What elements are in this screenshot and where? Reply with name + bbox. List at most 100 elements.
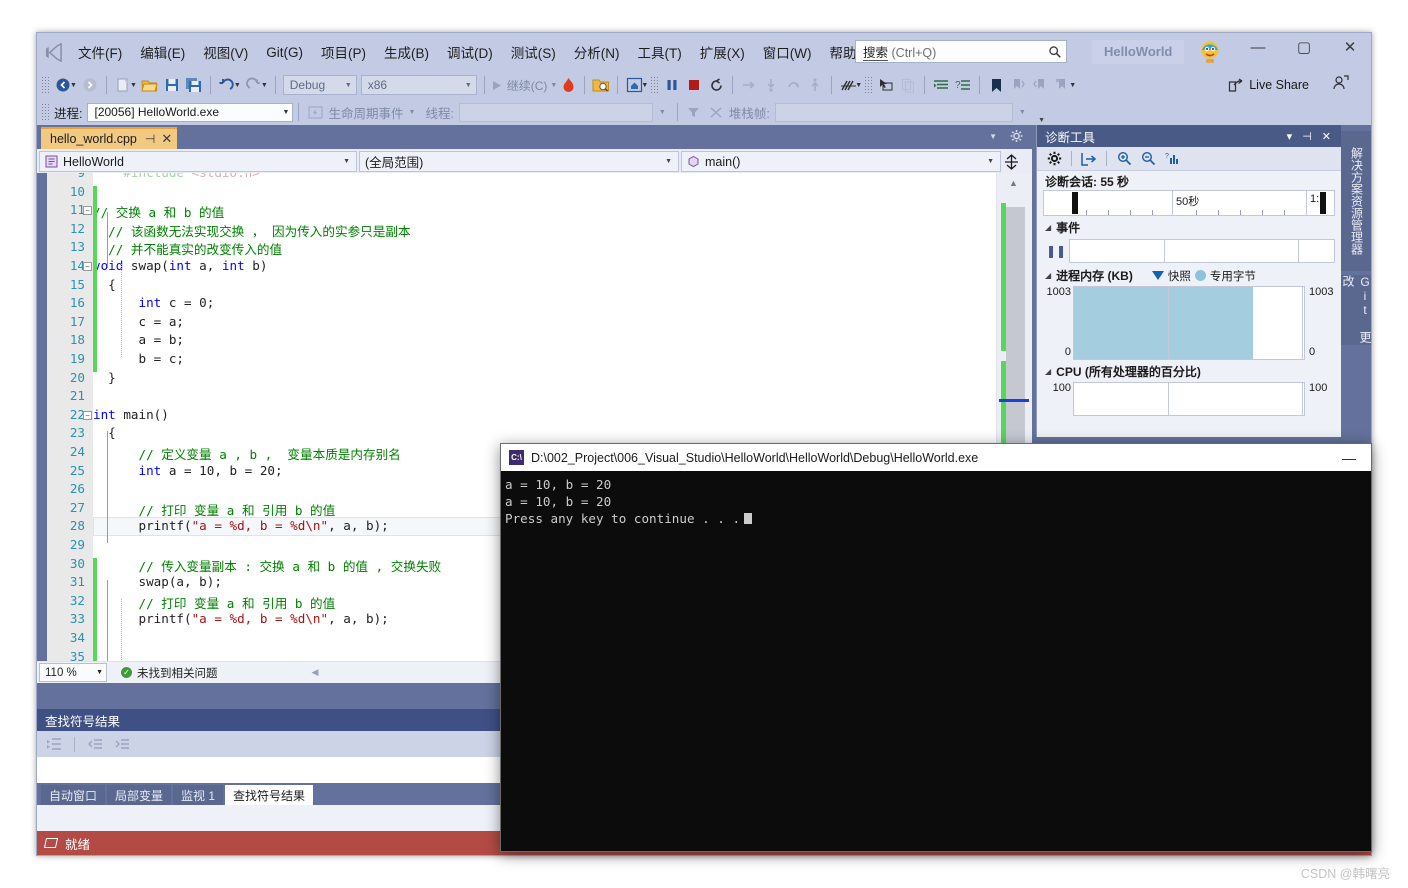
zoom-in-icon[interactable]: [1113, 149, 1135, 169]
bookmark-icon[interactable]: [985, 74, 1007, 96]
menu-item-file[interactable]: 文件(F): [69, 38, 131, 66]
events-section-header[interactable]: ◢ 事件: [1037, 216, 1341, 238]
document-tab-hello-world-cpp[interactable]: hello_world.cpp ⊣ ✕: [41, 127, 178, 149]
code-line[interactable]: void swap(int a, int b): [93, 258, 996, 277]
menu-item-analyze[interactable]: 分析(N): [565, 38, 629, 66]
scroll-up-icon[interactable]: ▲: [1009, 178, 1018, 188]
panel-dropdown-icon[interactable]: ▾: [1282, 130, 1298, 143]
code-line[interactable]: {: [93, 277, 996, 296]
code-line[interactable]: int c = 0;: [93, 295, 996, 314]
bookmark-next-icon[interactable]: [1029, 74, 1051, 96]
code-line[interactable]: [93, 184, 996, 203]
process-combo[interactable]: [20056] HelloWorld.exe ▼: [87, 102, 294, 122]
panel-pin-icon[interactable]: ⊣: [1297, 130, 1317, 143]
code-line[interactable]: c = a;: [93, 314, 996, 333]
code-line[interactable]: // 交换 a 和 b 的值: [93, 202, 996, 221]
undo-dropdown-icon[interactable]: ▼: [234, 82, 241, 89]
previous-result-icon[interactable]: [84, 733, 106, 755]
panel-close-icon[interactable]: ✕: [1317, 130, 1336, 143]
thread-combo[interactable]: [458, 102, 653, 122]
platform-combo[interactable]: x86 ▼: [360, 75, 477, 95]
indent-icon[interactable]: [930, 74, 952, 96]
code-line[interactable]: // 并不能真实的改变传入的值: [93, 239, 996, 258]
nav-project-combo[interactable]: HelloWorld ▼: [39, 151, 357, 172]
code-line[interactable]: #include <stdio.h>: [93, 173, 996, 184]
window-minimize-button[interactable]: —: [1235, 33, 1281, 63]
step-out-icon[interactable]: [782, 74, 804, 96]
code-line[interactable]: }: [93, 370, 996, 389]
menu-item-test[interactable]: 测试(S): [502, 38, 565, 66]
toggle-external-code-icon[interactable]: [705, 101, 727, 123]
split-editor-icon[interactable]: [1004, 153, 1019, 170]
save-icon[interactable]: [161, 74, 183, 96]
diagnostic-timeline[interactable]: 50秒 1:: [1043, 190, 1335, 216]
toolbar-grip-2[interactable]: [650, 76, 660, 94]
nav-scope-combo[interactable]: (全局范围) ▼: [359, 151, 679, 172]
continue-label[interactable]: 继续(C): [507, 77, 548, 94]
configuration-combo[interactable]: Debug ▼: [282, 75, 357, 95]
home-window-dropdown-icon[interactable]: ▼: [641, 82, 648, 89]
new-file-dropdown-icon[interactable]: ▼: [130, 82, 137, 89]
copy-element-icon[interactable]: [897, 74, 919, 96]
continue-play-icon[interactable]: [490, 79, 503, 92]
tab-locals[interactable]: 局部变量: [107, 785, 172, 805]
menu-item-project[interactable]: 项目(P): [312, 38, 375, 66]
toolbar-overflow-icon[interactable]: ▼: [1069, 82, 1076, 89]
lifecycle-events-icon[interactable]: [304, 101, 326, 123]
threads-dropdown-icon[interactable]: ▼: [855, 82, 862, 89]
hot-reload-icon[interactable]: [557, 74, 579, 96]
toolbar-grip-4[interactable]: [41, 103, 50, 121]
gear-icon[interactable]: [1009, 129, 1024, 143]
pin-icon[interactable]: ⊣: [145, 132, 155, 146]
menu-item-extensions[interactable]: 扩展(X): [691, 38, 754, 66]
memory-graph[interactable]: [1073, 286, 1305, 360]
toolbar-grip[interactable]: [41, 76, 50, 94]
sidebar-tab-git-changes[interactable]: Git 更改: [1341, 275, 1371, 345]
cpu-graph[interactable]: [1073, 382, 1305, 416]
select-element-icon[interactable]: [875, 74, 897, 96]
menu-item-build[interactable]: 生成(B): [375, 38, 438, 66]
issue-prev-icon[interactable]: ◀: [312, 667, 319, 678]
feedback-person-icon[interactable]: [1332, 74, 1349, 96]
tab-find-symbol-results[interactable]: 查找符号结果: [225, 785, 314, 805]
export-icon[interactable]: [1078, 149, 1100, 169]
filter-icon[interactable]: [683, 101, 705, 123]
toolbar-grip-3[interactable]: [864, 76, 874, 94]
debug-toolbar-overflow-icon[interactable]: ▼: [1038, 117, 1045, 124]
tab-watch-1[interactable]: 监视 1: [173, 785, 224, 805]
next-result-icon[interactable]: [111, 733, 133, 755]
window-close-button[interactable]: ✕: [1327, 33, 1371, 63]
navigate-backward-dropdown-icon[interactable]: ▼: [70, 82, 77, 89]
zoom-out-icon[interactable]: [1137, 149, 1159, 169]
code-line[interactable]: {: [93, 425, 996, 444]
stack-frame-combo[interactable]: [774, 102, 1013, 122]
code-line[interactable]: // 该函数无法实现交换 ， 因为传入的实参只是副本: [93, 221, 996, 240]
redo-dropdown-icon[interactable]: ▼: [261, 82, 268, 89]
tab-list-dropdown-icon[interactable]: ▼: [989, 132, 997, 141]
pause-icon[interactable]: [661, 74, 683, 96]
console-minimize-button[interactable]: —: [1327, 450, 1371, 466]
events-track[interactable]: [1069, 239, 1335, 263]
window-maximize-button[interactable]: ▢: [1281, 33, 1327, 63]
code-line[interactable]: int main(): [93, 407, 996, 426]
menu-item-view[interactable]: 视图(V): [194, 38, 257, 66]
chart-icon[interactable]: ?: [1161, 149, 1183, 169]
close-icon[interactable]: ✕: [161, 131, 172, 147]
bookmark-prev-icon[interactable]: [1007, 74, 1029, 96]
menu-item-edit[interactable]: 编辑(E): [131, 38, 194, 66]
zoom-combo[interactable]: 110 % ▼: [39, 663, 107, 682]
save-all-icon[interactable]: [183, 74, 205, 96]
console-window[interactable]: C:\ D:\002_Project\006_Visual_Studio\Hel…: [500, 443, 1372, 852]
step-over-icon[interactable]: [738, 74, 760, 96]
code-line[interactable]: b = c;: [93, 351, 996, 370]
avatar[interactable]: [1197, 39, 1223, 65]
live-share-button[interactable]: Live Share: [1228, 77, 1309, 93]
lifecycle-label[interactable]: 生命周期事件: [328, 103, 403, 122]
fold-toggle-icon[interactable]: −: [83, 206, 92, 216]
comment-help-icon[interactable]: ?: [952, 74, 974, 96]
menu-item-git[interactable]: Git(G): [257, 41, 312, 64]
code-line[interactable]: a = b;: [93, 332, 996, 351]
memory-section-header[interactable]: ◢ 进程内存 (KB) 快照 专用字节: [1037, 264, 1341, 286]
search-in-folder-icon[interactable]: [590, 74, 612, 96]
fold-toggle-icon[interactable]: −: [83, 410, 92, 420]
